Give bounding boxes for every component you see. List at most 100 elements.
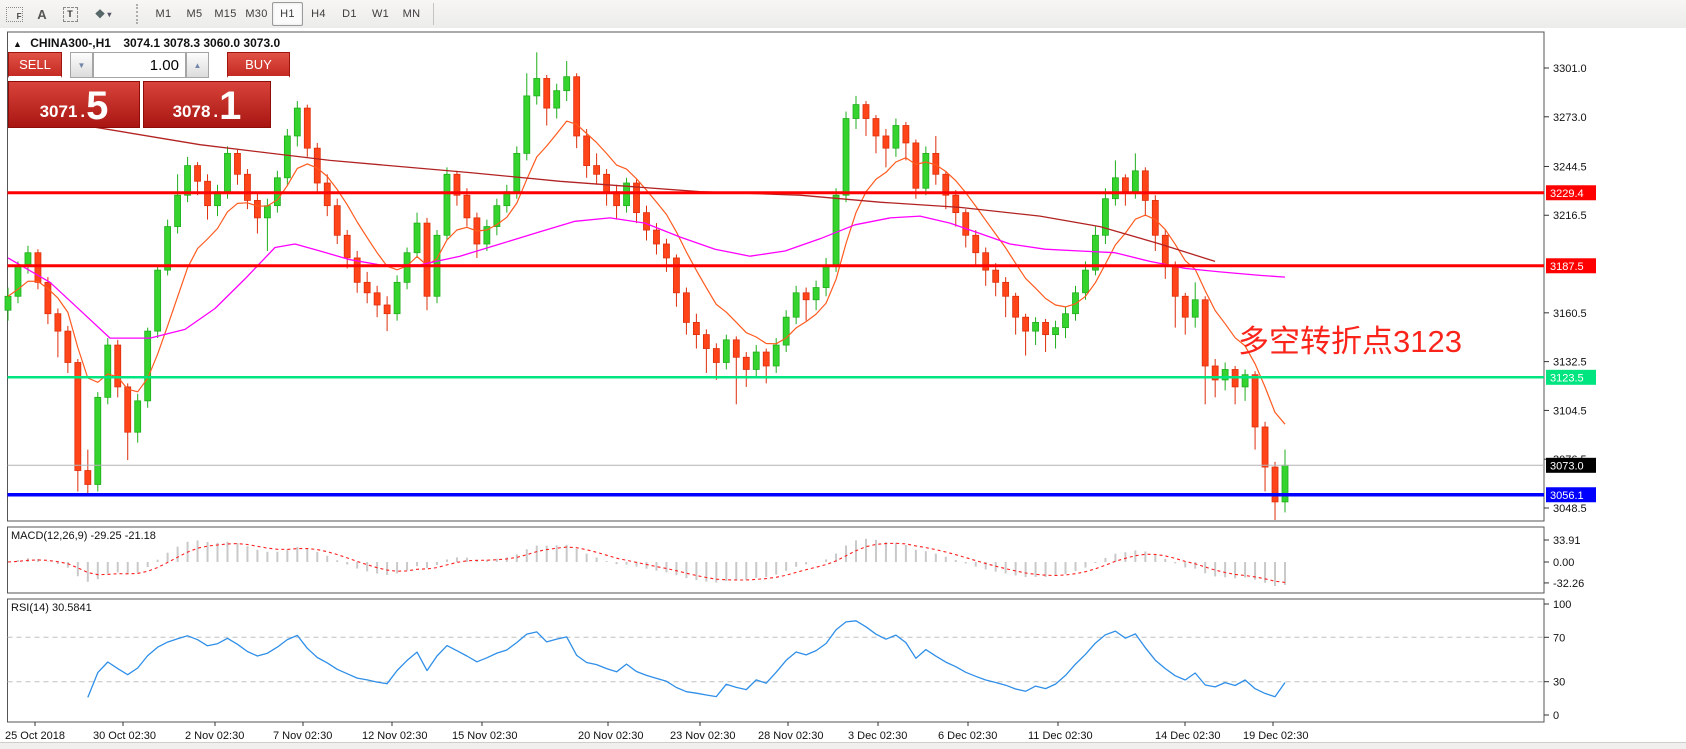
- candle-body: [923, 153, 929, 188]
- time-axis-label: 23 Nov 02:30: [670, 730, 735, 742]
- candle-body: [1142, 171, 1148, 201]
- candle-body: [703, 335, 709, 349]
- time-axis-label: 7 Nov 02:30: [273, 730, 332, 742]
- candle-body: [145, 331, 151, 401]
- candle-body: [973, 235, 979, 252]
- sell-price-sep: .: [80, 103, 85, 120]
- candle-body: [1202, 300, 1208, 366]
- time-axis-label: 2 Nov 02:30: [185, 730, 244, 742]
- time-axis-label: 12 Nov 02:30: [362, 730, 427, 742]
- macd-tick-label: -32.26: [1553, 578, 1584, 590]
- chevron-down-icon: ▾: [107, 10, 111, 19]
- candle-body: [125, 387, 131, 432]
- candle-body: [284, 136, 290, 178]
- candle-body: [1082, 270, 1088, 293]
- timeframe-button-h4[interactable]: H4: [303, 2, 334, 26]
- timeframe-button-m15[interactable]: M15: [210, 2, 241, 26]
- candle-body: [1162, 235, 1168, 265]
- candle-body: [823, 265, 829, 288]
- timeframe-button-w1[interactable]: W1: [365, 2, 396, 26]
- candle-body: [1192, 300, 1198, 317]
- time-axis-label: 11 Dec 02:30: [1028, 730, 1093, 742]
- candle-body: [1033, 322, 1039, 331]
- toolbar-drag-handle[interactable]: [136, 4, 144, 24]
- timeframe-buttons: M1M5M15M30H1H4D1W1MN: [148, 2, 427, 26]
- timeframe-button-mn[interactable]: MN: [396, 2, 427, 26]
- candle-body: [534, 78, 540, 95]
- candle-body: [394, 282, 400, 313]
- candle-body: [783, 317, 789, 345]
- chart-canvas[interactable]: 3301.03273.03244.53216.53160.53132.53104…: [0, 28, 1686, 742]
- sell-price-pips: 5: [86, 90, 108, 123]
- candle-body: [35, 253, 41, 283]
- candle-body: [1053, 328, 1059, 335]
- volume-input[interactable]: [93, 52, 186, 78]
- candle-body: [135, 401, 141, 432]
- candle-body: [234, 153, 240, 174]
- time-axis-label: 25 Oct 2018: [5, 730, 65, 742]
- candle-body: [833, 195, 839, 265]
- timeframe-button-d1[interactable]: D1: [334, 2, 365, 26]
- macd-tick-label: 0.00: [1553, 557, 1574, 569]
- sell-price-panel[interactable]: 3071 . 5: [8, 81, 140, 128]
- toolbar-separator: [433, 3, 434, 25]
- candle-body: [25, 253, 31, 265]
- candle-body: [873, 119, 879, 136]
- volume-down-button[interactable]: ▼: [70, 52, 93, 78]
- chart-window: 3301.03273.03244.53216.53160.53132.53104…: [0, 28, 1686, 742]
- trade-controls-row: SELL ▼ ▲ BUY: [8, 52, 290, 78]
- candle-body: [653, 230, 659, 244]
- arrow-style-icon-glyph: ❖: [95, 7, 106, 21]
- timeframe-button-h1[interactable]: H1: [272, 2, 303, 26]
- chart-annotation-text[interactable]: 多空转折点3123: [1238, 316, 1462, 361]
- rsi-tick-label: 70: [1553, 632, 1565, 644]
- sell-button[interactable]: SELL: [8, 52, 62, 78]
- candle-body: [604, 174, 610, 191]
- timeframe-button-m30[interactable]: M30: [241, 2, 272, 26]
- candle-body: [1252, 375, 1258, 427]
- candle-body: [963, 213, 969, 236]
- candle-body: [264, 206, 270, 218]
- candle-body: [743, 357, 749, 369]
- candle-body: [175, 195, 181, 226]
- timeframe-button-m1[interactable]: M1: [148, 2, 179, 26]
- candle-body: [554, 91, 560, 108]
- buy-price-pips: 1: [219, 90, 241, 123]
- candle-body: [753, 352, 759, 369]
- candle-body: [993, 270, 999, 282]
- candle-body: [15, 265, 21, 296]
- time-axis-label: 20 Nov 02:30: [578, 730, 643, 742]
- candle-body: [803, 293, 809, 300]
- candle-body: [983, 253, 989, 270]
- candle-body: [644, 213, 650, 230]
- candle-body: [903, 126, 909, 143]
- candle-body: [1182, 296, 1188, 317]
- candle-body: [1122, 178, 1128, 192]
- candle-body: [953, 195, 959, 212]
- timeframe-button-m5[interactable]: M5: [179, 2, 210, 26]
- candle-body: [1013, 296, 1019, 317]
- collapse-triangle-icon[interactable]: ▲: [13, 39, 22, 49]
- candle-body: [384, 305, 390, 314]
- template-f-icon-glyph: F: [6, 7, 23, 22]
- sell-price-main: 3071: [40, 103, 78, 120]
- text-box-icon[interactable]: T: [58, 3, 82, 25]
- candle-body: [155, 270, 161, 331]
- time-axis-label: 30 Oct 02:30: [93, 730, 156, 742]
- text-label-icon[interactable]: A: [30, 3, 54, 25]
- candle-body: [374, 293, 380, 305]
- arrow-style-icon[interactable]: ❖ ▾: [86, 3, 120, 25]
- candle-body: [414, 223, 420, 253]
- candle-body: [55, 314, 61, 331]
- volume-up-button[interactable]: ▲: [186, 52, 209, 78]
- buy-button[interactable]: BUY: [227, 52, 290, 78]
- price-tick-label: 3048.5: [1553, 503, 1587, 515]
- template-f-icon[interactable]: F: [2, 3, 26, 25]
- candle-body: [584, 136, 590, 166]
- candle-body: [294, 108, 300, 136]
- candle-body: [773, 345, 779, 366]
- candle-body: [673, 258, 679, 293]
- buy-price-panel[interactable]: 3078 . 1: [143, 81, 271, 128]
- candle-body: [544, 78, 550, 108]
- macd-tick-label: 33.91: [1553, 535, 1581, 547]
